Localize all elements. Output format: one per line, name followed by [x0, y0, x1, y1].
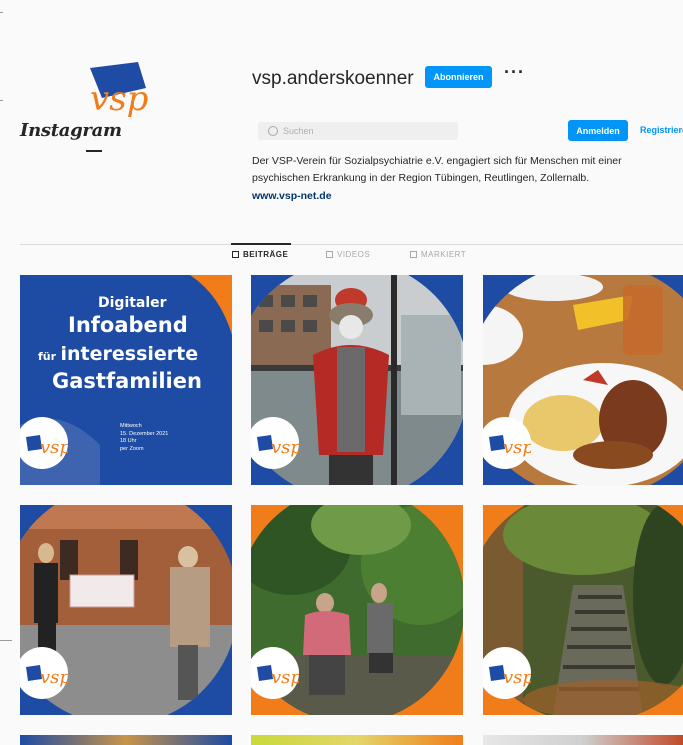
post-date-date: 15. Dezember 2021	[120, 430, 169, 437]
tab-videos[interactable]: VIDEOS	[326, 250, 370, 259]
post-date-time: 18 Uhr	[120, 438, 137, 444]
post-title-line4: Gastfamilien	[52, 369, 202, 393]
vsp-badge: vsp	[251, 647, 299, 699]
post-title-line1: Digitaler	[98, 295, 167, 311]
tab-active-indicator	[231, 243, 291, 245]
profile-username: vsp.anderskoenner	[252, 68, 414, 89]
vsp-badge: vsp	[483, 647, 531, 699]
search-placeholder: Suchen	[283, 126, 314, 136]
more-options-button[interactable]: ···	[504, 62, 525, 83]
post-tile[interactable]	[20, 735, 232, 745]
post-tile[interactable]: Digitaler Infoabend für interessierte Ga…	[20, 275, 232, 485]
nav-indicator	[86, 150, 102, 152]
vsp-badge: vsp	[20, 647, 68, 699]
edge-mark	[0, 640, 12, 641]
tabs-divider	[20, 244, 683, 245]
badge-text: vsp	[503, 667, 531, 688]
profile-avatar: VSP	[76, 58, 188, 120]
tab-tagged-label: MARKIERT	[421, 250, 467, 259]
post-title-interessierte: interessierte	[60, 343, 199, 365]
instagram-logo[interactable]: Instagram	[20, 120, 122, 141]
post-date-weekday: Mittwoch	[120, 423, 142, 429]
post-tile[interactable]: vsp	[20, 505, 232, 715]
avatar-text: VSP	[90, 79, 148, 119]
badge-text: vsp	[40, 437, 68, 458]
search-icon	[268, 126, 278, 136]
edge-mark	[0, 12, 3, 13]
vsp-badge: vsp	[20, 417, 68, 469]
tab-posts-label: BEITRÄGE	[243, 250, 289, 259]
post-date-block: Mittwoch 15. Dezember 2021 18 Uhr per Zo…	[120, 423, 168, 453]
post-title-line3: für interessierte	[38, 343, 198, 365]
post-title-fuer: für	[38, 350, 57, 363]
edge-mark	[0, 100, 3, 101]
tab-tagged[interactable]: MARKIERT	[410, 250, 466, 259]
post-tile[interactable]: vsp	[251, 275, 463, 485]
post-tile[interactable]: vsp	[251, 505, 463, 715]
post-tile[interactable]: vsp	[483, 505, 683, 715]
profile-bio: Der VSP-Verein für Sozialpsychiatrie e.V…	[252, 155, 622, 184]
post-date-medium: per Zoom	[120, 445, 144, 452]
tab-videos-label: VIDEOS	[337, 250, 371, 259]
video-icon	[326, 251, 333, 258]
tag-icon	[410, 251, 417, 258]
vsp-badge: vsp	[251, 417, 299, 469]
badge-text: vsp	[271, 437, 299, 458]
vsp-badge: vsp	[483, 417, 531, 469]
post-tile[interactable]: vsp	[483, 275, 683, 485]
badge-text: vsp	[503, 437, 531, 458]
badge-text: vsp	[40, 667, 68, 688]
badge-text: vsp	[271, 667, 299, 688]
post-tile[interactable]	[251, 735, 463, 745]
grid-icon	[232, 251, 239, 258]
tab-posts[interactable]: BEITRÄGE	[232, 250, 288, 259]
post-tile[interactable]	[483, 735, 683, 745]
post-title-line2: Infoabend	[68, 313, 188, 337]
search-input[interactable]: Suchen	[258, 122, 458, 140]
profile-website-link[interactable]: www.vsp-net.de	[252, 190, 332, 202]
follow-button[interactable]: Abonnieren	[425, 66, 492, 88]
login-button[interactable]: Anmelden	[568, 120, 628, 141]
register-link[interactable]: Registrieren	[640, 125, 683, 135]
